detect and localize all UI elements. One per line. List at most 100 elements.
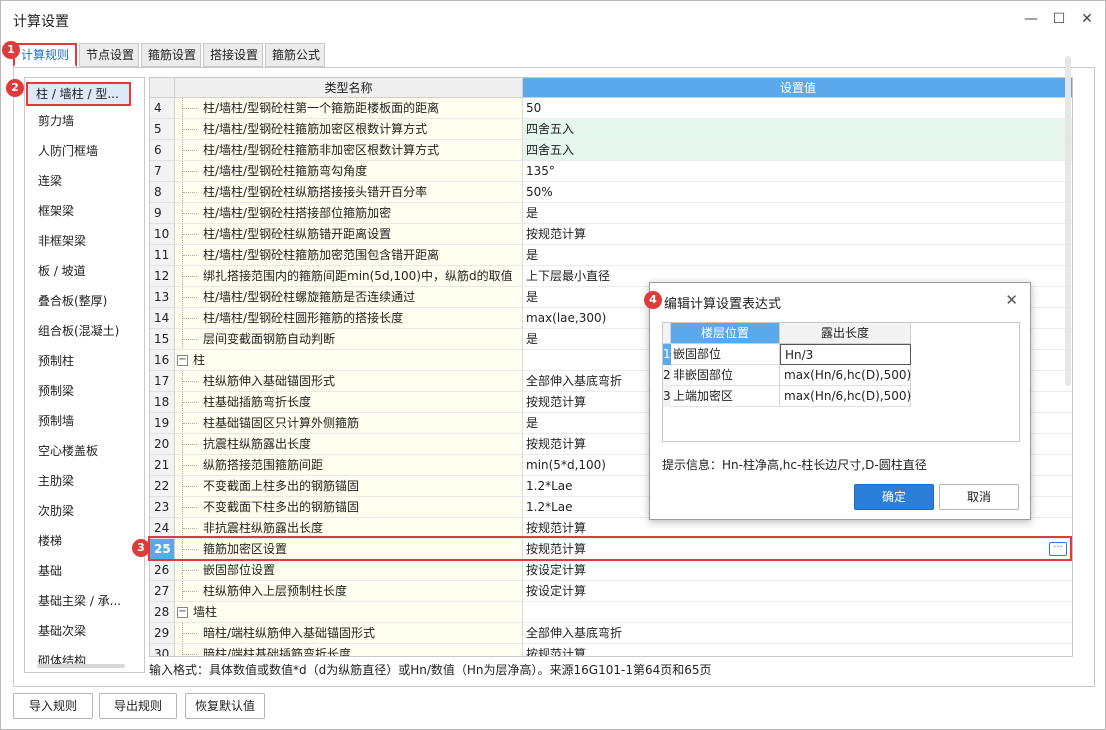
- item-label: 抗震柱纵筋露出长度: [203, 437, 312, 451]
- header-setting-value[interactable]: 设置值: [523, 78, 1072, 98]
- step-badge-2: 2: [6, 79, 24, 97]
- table-row[interactable]: 8 柱/墙柱/型钢砼柱纵筋搭接接头错开百分率 50%: [150, 182, 1072, 203]
- sidebar-item[interactable]: 人防门框墙: [26, 138, 143, 164]
- row-type-name: 柱纵筋伸入上层预制柱长度: [175, 581, 523, 602]
- row-type-name: 暗柱/端柱基础插筋弯折长度: [175, 644, 523, 656]
- row-setting-value[interactable]: [523, 602, 1072, 623]
- exposed-length-cell[interactable]: max(Hn/6,hc(D),500): [780, 365, 911, 386]
- tree-branch: [183, 150, 197, 151]
- row-type-name: 柱/墙柱/型钢砼柱纵筋搭接接头错开百分率: [175, 182, 523, 203]
- sidebar-item[interactable]: 空心楼盖板: [26, 438, 143, 464]
- expression-row-number: 2: [663, 365, 671, 386]
- table-row[interactable]: 7 柱/墙柱/型钢砼柱箍筋弯勾角度 135°: [150, 161, 1072, 182]
- sidebar-item[interactable]: 连梁: [26, 168, 143, 194]
- sidebar-item[interactable]: 楼梯: [26, 528, 143, 554]
- setting-value-text: 1.2*Lae: [526, 500, 573, 514]
- row-setting-value[interactable]: 按规范计算: [523, 224, 1072, 245]
- table-row[interactable]: 26 嵌固部位设置 按设定计算: [150, 560, 1072, 581]
- close-icon[interactable]: ✕: [1077, 9, 1097, 29]
- row-setting-value[interactable]: 按设定计算: [523, 581, 1072, 602]
- row-setting-value[interactable]: 按设定计算: [523, 560, 1072, 581]
- sidebar-item[interactable]: 板 / 坡道: [26, 258, 143, 284]
- sidebar-item[interactable]: 基础主梁 / 承...: [26, 588, 143, 614]
- exposed-length-cell[interactable]: max(Hn/6,hc(D),500): [780, 386, 911, 407]
- table-row[interactable]: 4 柱/墙柱/型钢砼柱第一个箍筋距楼板面的距离 50: [150, 98, 1072, 119]
- row-setting-value[interactable]: 50: [523, 98, 1072, 119]
- expression-dialog: 4 编辑计算设置表达式 ✕ 楼层位置 露出长度 1 嵌固部位 Hn/3 2 非嵌固部位 m…: [644, 282, 1031, 520]
- tab-stirrup-settings[interactable]: 箍筋设置: [141, 43, 201, 67]
- sidebar-item[interactable]: 组合板(混凝土): [26, 318, 143, 344]
- table-row[interactable]: 27 柱纵筋伸入上层预制柱长度 按设定计算: [150, 581, 1072, 602]
- table-row[interactable]: 9 柱/墙柱/型钢砼柱搭接部位箍筋加密 是: [150, 203, 1072, 224]
- floor-position-cell[interactable]: 上端加密区: [671, 386, 780, 407]
- tree-branch: [183, 528, 197, 529]
- tree-branch: [183, 423, 197, 424]
- export-rules-button[interactable]: 导出规则: [99, 693, 177, 719]
- sidebar-item[interactable]: 基础: [26, 558, 143, 584]
- floor-position-cell[interactable]: 非嵌固部位: [671, 365, 780, 386]
- exposed-length-cell[interactable]: Hn/3: [780, 344, 911, 365]
- item-label: 柱基础锚固区只计算外侧箍筋: [203, 416, 360, 430]
- sidebar-item[interactable]: 次肋梁: [26, 498, 143, 524]
- row-number: 20: [150, 434, 175, 455]
- import-rules-button[interactable]: 导入规则: [13, 693, 93, 719]
- tab-lap-settings[interactable]: 搭接设置: [203, 43, 263, 67]
- row-setting-value[interactable]: 四舍五入: [523, 140, 1072, 161]
- collapse-icon[interactable]: −: [177, 355, 188, 366]
- table-row[interactable]: 10 柱/墙柱/型钢砼柱纵筋错开距离设置 按规范计算: [150, 224, 1072, 245]
- sidebar-item[interactable]: 预制墙: [26, 408, 143, 434]
- table-row[interactable]: 5 柱/墙柱/型钢砼柱箍筋加密区根数计算方式 四舍五入: [150, 119, 1072, 140]
- maximize-icon[interactable]: ☐: [1049, 9, 1069, 29]
- step-badge-4: 4: [644, 291, 662, 309]
- setting-value-text: 四舍五入: [526, 122, 575, 136]
- tree-branch: [183, 255, 197, 256]
- row-setting-value[interactable]: 50%: [523, 182, 1072, 203]
- ok-button[interactable]: 确定: [854, 484, 934, 510]
- cancel-button[interactable]: 取消: [939, 484, 1019, 510]
- tab-calc-rules[interactable]: 计算规则: [13, 43, 77, 67]
- row-setting-value[interactable]: 四舍五入: [523, 119, 1072, 140]
- minimize-icon[interactable]: —: [1021, 9, 1041, 29]
- row-setting-value[interactable]: 按规范计算: [523, 644, 1072, 656]
- floor-position-cell[interactable]: 嵌固部位: [671, 344, 780, 365]
- grid-scrollbar[interactable]: [1065, 56, 1071, 386]
- sidebar-item[interactable]: 柱 / 墙柱 / 型...: [26, 82, 131, 106]
- item-label: 柱/墙柱/型钢砼柱箍筋加密范围包含错开距离: [203, 248, 440, 262]
- sidebar-item[interactable]: 基础次梁: [26, 618, 143, 644]
- tab-stirrup-formula[interactable]: 箍筋公式: [265, 43, 325, 67]
- sidebar-item[interactable]: 框架梁: [26, 198, 143, 224]
- header-type-name[interactable]: 类型名称: [175, 78, 523, 98]
- table-row[interactable]: 6 柱/墙柱/型钢砼柱箍筋非加密区根数计算方式 四舍五入: [150, 140, 1072, 161]
- sidebar-item[interactable]: 叠合板(整厚): [26, 288, 143, 314]
- sidebar-item[interactable]: 预制梁: [26, 378, 143, 404]
- sidebar-item[interactable]: 非框架梁: [26, 228, 143, 254]
- table-row[interactable]: 28− 墙柱: [150, 602, 1072, 623]
- restore-defaults-button[interactable]: 恢复默认值: [185, 693, 265, 719]
- row-number: 17: [150, 371, 175, 392]
- dialog-hint: 提示信息：Hn-柱净高,hc-柱长边尺寸,D-圆柱直径: [662, 458, 927, 472]
- setting-value-text: 是: [526, 206, 539, 220]
- row-setting-value[interactable]: 是: [523, 245, 1072, 266]
- table-row[interactable]: 11 柱/墙柱/型钢砼柱箍筋加密范围包含错开距离 是: [150, 245, 1072, 266]
- item-label: 不变截面上柱多出的钢筋锚固: [203, 479, 360, 493]
- row-setting-value[interactable]: 是: [523, 203, 1072, 224]
- col-floor-position[interactable]: 楼层位置: [671, 323, 780, 344]
- col-exposed-length[interactable]: 露出长度: [780, 323, 911, 344]
- sidebar-item[interactable]: 剪力墙: [26, 108, 143, 134]
- sidebar-scrollbar[interactable]: [37, 664, 125, 668]
- sidebar-item[interactable]: 砌体结构: [26, 648, 143, 672]
- row-type-name: 柱/墙柱/型钢砼柱箍筋加密区根数计算方式: [175, 119, 523, 140]
- tree-branch: [183, 570, 197, 571]
- collapse-icon[interactable]: −: [177, 607, 188, 618]
- dialog-close-icon[interactable]: ✕: [1005, 291, 1018, 309]
- table-row[interactable]: 30 暗柱/端柱基础插筋弯折长度 按规范计算: [150, 644, 1072, 656]
- tree-branch: [183, 171, 197, 172]
- row-setting-value[interactable]: 全部伸入基底弯折: [523, 623, 1072, 644]
- row-setting-value[interactable]: 135°: [523, 161, 1072, 182]
- table-row[interactable]: 29 暗柱/端柱纵筋伸入基础锚固形式 全部伸入基底弯折: [150, 623, 1072, 644]
- tab-node-settings[interactable]: 节点设置: [79, 43, 139, 67]
- dialog-table-corner: [663, 323, 671, 344]
- sidebar-item[interactable]: 主肋梁: [26, 468, 143, 494]
- sidebar-item[interactable]: 预制柱: [26, 348, 143, 374]
- item-label: 柱/墙柱/型钢砼柱纵筋错开距离设置: [203, 227, 392, 241]
